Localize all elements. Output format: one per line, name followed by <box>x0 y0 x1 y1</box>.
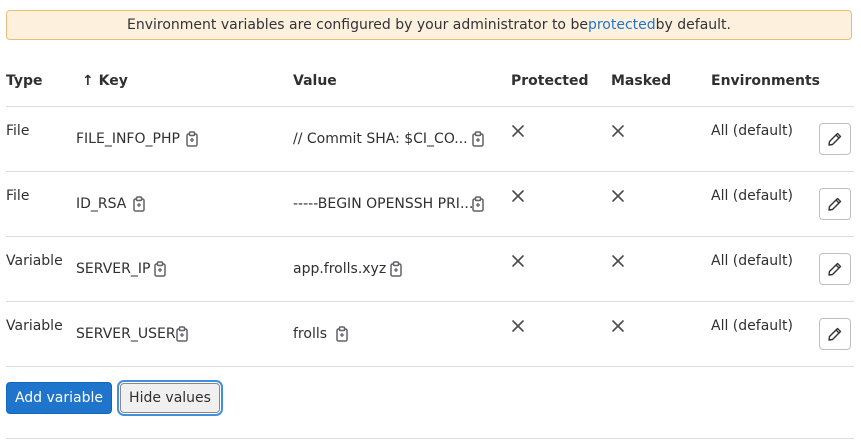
masked-no-icon <box>612 255 624 267</box>
header-environments: Environments <box>711 73 821 89</box>
row-environment: All (default) <box>711 253 793 269</box>
protected-no-icon <box>512 320 524 332</box>
row-type: File <box>6 123 30 139</box>
row-type: File <box>6 188 30 204</box>
divider <box>6 366 854 367</box>
masked-no-icon <box>612 190 624 202</box>
divider <box>6 171 854 172</box>
header-value: Value <box>293 73 337 89</box>
add-variable-button[interactable]: Add variable <box>6 382 112 414</box>
protected-no-icon <box>512 125 524 137</box>
row-type: Variable <box>6 253 63 269</box>
protected-no-icon <box>512 255 524 267</box>
edit-button[interactable] <box>819 318 851 350</box>
row-environment: All (default) <box>711 123 793 139</box>
header-key-label: Key <box>98 73 128 89</box>
protected-no-icon <box>512 190 524 202</box>
protected-link[interactable]: protected <box>588 17 656 33</box>
hide-values-button[interactable]: Hide values <box>120 383 220 413</box>
copy-key-icon[interactable] <box>185 131 199 147</box>
edit-button[interactable] <box>819 123 851 155</box>
pencil-icon <box>828 262 842 276</box>
copy-key-icon[interactable] <box>132 196 146 212</box>
divider <box>6 438 854 439</box>
row-environment: All (default) <box>711 318 793 334</box>
row-type: Variable <box>6 318 63 334</box>
pencil-icon <box>828 132 842 146</box>
row-value: -----BEGIN OPENSSH PRI... <box>293 196 474 212</box>
edit-button[interactable] <box>819 253 851 285</box>
row-key: SERVER_IP <box>76 261 151 277</box>
copy-value-icon[interactable] <box>471 196 485 212</box>
masked-no-icon <box>612 320 624 332</box>
divider <box>6 106 854 107</box>
sort-arrow-icon: ↑ <box>82 73 94 89</box>
masked-no-icon <box>612 125 624 137</box>
divider <box>6 236 854 237</box>
row-key: FILE_INFO_PHP <box>76 131 180 147</box>
copy-value-icon[interactable] <box>389 261 403 277</box>
header-masked: Masked <box>611 73 672 89</box>
copy-value-icon[interactable] <box>471 131 485 147</box>
row-environment: All (default) <box>711 188 793 204</box>
info-banner: Environment variables are configured by … <box>6 10 852 40</box>
copy-value-icon[interactable] <box>335 326 349 342</box>
header-type: Type <box>6 73 43 89</box>
row-value: frolls <box>293 326 328 342</box>
copy-key-icon[interactable] <box>153 261 167 277</box>
divider <box>6 301 854 302</box>
header-key[interactable]: ↑ Key <box>82 73 128 89</box>
pencil-icon <box>828 327 842 341</box>
header-protected: Protected <box>511 73 589 89</box>
pencil-icon <box>828 197 842 211</box>
edit-button[interactable] <box>819 188 851 220</box>
row-value: app.frolls.xyz <box>293 261 387 277</box>
row-key: ID_RSA <box>76 196 127 212</box>
copy-key-icon[interactable] <box>175 326 189 342</box>
banner-text-before: Environment variables are configured by … <box>126 17 588 33</box>
banner-text-after: by default. <box>655 17 731 33</box>
row-value: // Commit SHA: $CI_CO... <box>293 131 468 147</box>
row-key: SERVER_USER <box>76 326 176 342</box>
